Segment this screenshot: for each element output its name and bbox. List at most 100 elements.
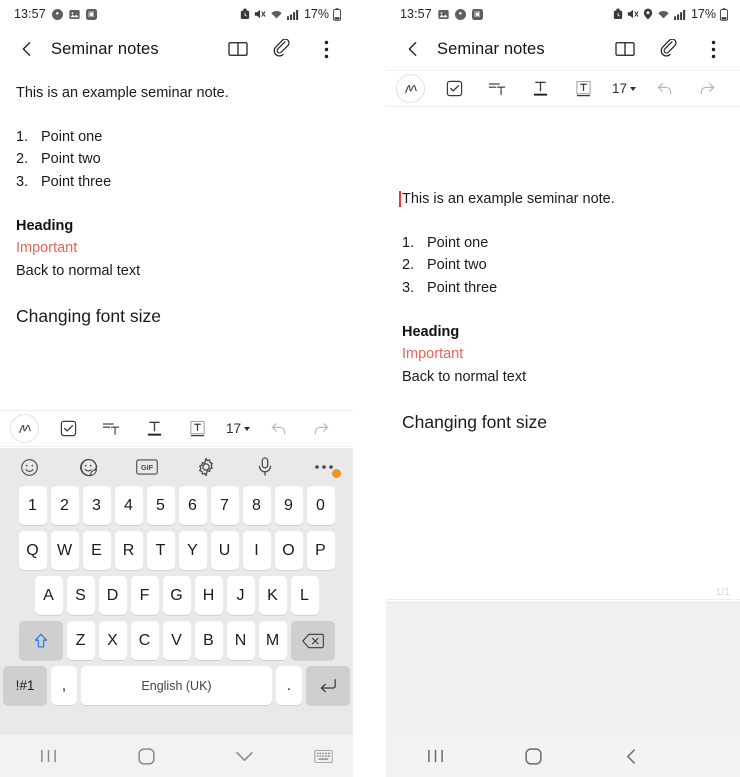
key-1[interactable]: 1 <box>18 486 47 525</box>
back-chevron-icon[interactable] <box>402 38 424 60</box>
sticker-icon[interactable] <box>59 458 118 477</box>
overflow-menu-icon[interactable] <box>702 38 724 60</box>
key-v[interactable]: V <box>162 621 191 660</box>
text-box-icon[interactable] <box>568 74 598 104</box>
book-view-icon[interactable] <box>614 38 636 60</box>
key-t[interactable]: T <box>146 531 175 570</box>
key-g[interactable]: G <box>162 576 191 615</box>
key-o[interactable]: O <box>274 531 303 570</box>
key-e[interactable]: E <box>82 531 111 570</box>
key-i[interactable]: I <box>242 531 271 570</box>
list-number: 3. <box>16 173 29 190</box>
status-time: 13:57 <box>400 7 432 21</box>
return-enter-icon[interactable] <box>306 666 350 705</box>
right-nav-bar <box>386 735 740 777</box>
keyboard-switch-icon[interactable] <box>293 749 353 763</box>
text-format-icon[interactable] <box>139 414 169 444</box>
right-phone-screen: 13:57 ● ▣ 17% Seminar notes 17 This is a… <box>386 0 740 777</box>
text-format-icon[interactable] <box>525 74 555 104</box>
right-app-bar: Seminar notes <box>386 28 740 70</box>
symbols-key[interactable]: !#1 <box>3 666 47 705</box>
checklist-icon[interactable] <box>53 414 83 444</box>
key-m[interactable]: M <box>258 621 287 660</box>
key-h[interactable]: H <box>194 576 223 615</box>
paragraph-align-icon[interactable] <box>482 74 512 104</box>
checklist-icon[interactable] <box>439 74 469 104</box>
book-view-icon[interactable] <box>227 38 249 60</box>
key-4[interactable]: 4 <box>114 486 143 525</box>
font-size-selector[interactable]: 17 <box>612 81 637 96</box>
right-status-bar: 13:57 ● ▣ 17% <box>386 0 740 28</box>
key-c[interactable]: C <box>130 621 159 660</box>
note-important-text: Important <box>402 346 464 363</box>
recents-icon[interactable] <box>386 748 484 764</box>
font-size-selector[interactable]: 17 <box>226 421 251 436</box>
key-l[interactable]: L <box>290 576 319 615</box>
gif-icon[interactable]: GIF <box>118 459 177 475</box>
text-box-icon[interactable] <box>182 414 212 444</box>
left-note-content[interactable]: This is an example seminar note. 1. Poin… <box>0 84 353 327</box>
key-8[interactable]: 8 <box>242 486 271 525</box>
key-b[interactable]: B <box>194 621 223 660</box>
home-icon[interactable] <box>484 747 582 765</box>
redo-icon[interactable] <box>306 414 336 444</box>
key-z[interactable]: Z <box>66 621 95 660</box>
left-formatted-block: Heading Important Back to normal text <box>16 215 337 282</box>
page-title: Seminar notes <box>437 39 545 58</box>
key-q[interactable]: Q <box>18 531 47 570</box>
key-s[interactable]: S <box>66 576 95 615</box>
settings-icon[interactable] <box>176 457 235 477</box>
key-6[interactable]: 6 <box>178 486 207 525</box>
key-f[interactable]: F <box>130 576 159 615</box>
handwriting-pen-icon[interactable] <box>396 74 425 103</box>
page-title: Seminar notes <box>51 39 159 58</box>
microphone-icon[interactable] <box>235 457 294 477</box>
period-key[interactable]: . <box>276 666 302 705</box>
font-size-value: 17 <box>226 421 242 436</box>
key-5[interactable]: 5 <box>146 486 175 525</box>
shift-up-icon[interactable] <box>18 621 63 660</box>
key-r[interactable]: R <box>114 531 143 570</box>
key-d[interactable]: D <box>98 576 127 615</box>
attachment-icon[interactable] <box>271 38 293 60</box>
undo-icon[interactable] <box>650 74 680 104</box>
key-x[interactable]: X <box>98 621 127 660</box>
paragraph-align-icon[interactable] <box>96 414 126 444</box>
key-u[interactable]: U <box>210 531 239 570</box>
list-item: 3. Point three <box>402 277 724 299</box>
key-7[interactable]: 7 <box>210 486 239 525</box>
on-screen-keyboard: GIF 1 2 3 4 5 6 7 8 9 0 Q W E R T Y U I … <box>0 448 353 735</box>
key-0[interactable]: 0 <box>306 486 335 525</box>
key-n[interactable]: N <box>226 621 255 660</box>
emoji-icon[interactable] <box>0 458 59 477</box>
key-j[interactable]: J <box>226 576 255 615</box>
list-number: 3. <box>402 279 415 296</box>
key-a[interactable]: A <box>34 576 63 615</box>
key-k[interactable]: K <box>258 576 287 615</box>
home-icon[interactable] <box>98 747 196 765</box>
key-9[interactable]: 9 <box>274 486 303 525</box>
wifi-icon <box>270 9 283 20</box>
space-key[interactable]: English (UK) <box>81 666 272 705</box>
handwriting-pen-icon[interactable] <box>10 414 39 443</box>
key-w[interactable]: W <box>50 531 79 570</box>
backspace-icon[interactable] <box>290 621 335 660</box>
key-p[interactable]: P <box>306 531 335 570</box>
chevron-down-icon <box>244 426 251 431</box>
recents-icon[interactable] <box>0 748 98 764</box>
right-note-content[interactable]: This is an example seminar note. 1. Poin… <box>386 107 740 433</box>
attachment-icon[interactable] <box>658 38 680 60</box>
key-y[interactable]: Y <box>178 531 207 570</box>
key-3[interactable]: 3 <box>82 486 111 525</box>
list-text: Point three <box>427 279 498 296</box>
overflow-menu-icon[interactable] <box>315 38 337 60</box>
list-text: Point three <box>41 173 112 190</box>
back-chevron-icon[interactable] <box>16 38 38 60</box>
comma-key[interactable]: , <box>51 666 77 705</box>
back-icon[interactable] <box>582 748 680 765</box>
key-2[interactable]: 2 <box>50 486 79 525</box>
more-options-icon[interactable] <box>294 464 353 478</box>
redo-icon[interactable] <box>692 74 722 104</box>
hide-keyboard-icon[interactable] <box>195 750 293 763</box>
undo-icon[interactable] <box>264 414 294 444</box>
